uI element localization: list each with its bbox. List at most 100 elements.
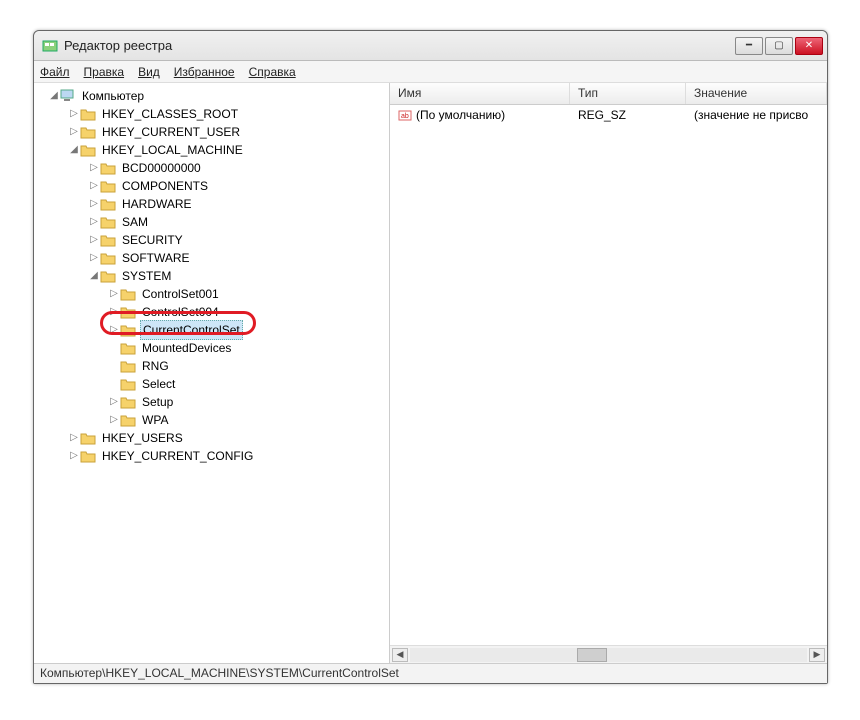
folder-open-icon xyxy=(100,269,116,283)
folder-icon xyxy=(100,197,116,211)
menu-file[interactable]: Файл xyxy=(40,65,70,79)
value-type: REG_SZ xyxy=(570,108,686,122)
minimize-button[interactable]: ━ xyxy=(735,37,763,55)
folder-icon xyxy=(100,215,116,229)
tree-node-controlset001[interactable]: ▷ ControlSet001 xyxy=(34,285,389,303)
tree-node-mounteddevices[interactable]: ▷MountedDevices xyxy=(34,339,389,357)
tree-label: Setup xyxy=(140,393,175,411)
menu-edit[interactable]: Правка xyxy=(84,65,125,79)
status-path: Компьютер\HKEY_LOCAL_MACHINE\SYSTEM\Curr… xyxy=(40,666,399,680)
tree-label: ControlSet001 xyxy=(140,285,221,303)
tree-pane[interactable]: ◢ Компьютер ▷ HKEY_CLASSES_ROOT ▷ xyxy=(34,83,390,663)
folder-icon xyxy=(120,395,136,409)
folder-icon xyxy=(120,287,136,301)
expand-icon[interactable]: ▷ xyxy=(68,447,80,465)
tree-label: HKEY_CURRENT_CONFIG xyxy=(100,447,255,465)
tree-node-rng[interactable]: ▷RNG xyxy=(34,357,389,375)
scroll-right-button[interactable]: ▶ xyxy=(809,648,825,662)
expand-icon: ▷ xyxy=(108,375,120,393)
expand-icon: ▷ xyxy=(108,339,120,357)
expand-icon[interactable]: ▷ xyxy=(108,303,120,321)
folder-icon xyxy=(120,341,136,355)
expand-icon[interactable]: ▷ xyxy=(108,321,120,339)
expand-icon[interactable]: ▷ xyxy=(68,429,80,447)
tree-label: HKEY_LOCAL_MACHINE xyxy=(100,141,245,159)
tree-label: Select xyxy=(140,375,177,393)
folder-icon xyxy=(80,449,96,463)
tree-label: CurrentControlSet xyxy=(140,320,243,340)
tree-label: WPA xyxy=(140,411,170,429)
tree-node-hkcr[interactable]: ▷ HKEY_CLASSES_ROOT xyxy=(34,105,389,123)
column-value[interactable]: Значение xyxy=(686,83,827,104)
tree-node-bcd[interactable]: ▷ BCD00000000 xyxy=(34,159,389,177)
window-buttons: ━ ▢ ✕ xyxy=(735,37,823,55)
scroll-thumb[interactable] xyxy=(577,648,607,662)
expand-icon[interactable]: ▷ xyxy=(88,195,100,213)
expand-icon[interactable]: ▷ xyxy=(88,213,100,231)
tree-label: HKEY_CLASSES_ROOT xyxy=(100,105,240,123)
tree-node-hardware[interactable]: ▷HARDWARE xyxy=(34,195,389,213)
tree-node-setup[interactable]: ▷ Setup xyxy=(34,393,389,411)
folder-icon xyxy=(120,413,136,427)
list-body[interactable]: ab (По умолчанию) REG_SZ (значение не пр… xyxy=(390,105,827,645)
folder-icon xyxy=(100,233,116,247)
horizontal-scrollbar[interactable]: ◀ ▶ xyxy=(390,645,827,663)
tree-node-system[interactable]: ◢ SYSTEM xyxy=(34,267,389,285)
string-value-icon: ab xyxy=(398,108,412,122)
collapse-icon[interactable]: ◢ xyxy=(68,141,80,159)
tree-label: ControlSet004 xyxy=(140,303,221,321)
expand-icon: ▷ xyxy=(108,357,120,375)
expand-icon[interactable]: ▷ xyxy=(88,231,100,249)
scroll-left-button[interactable]: ◀ xyxy=(392,648,408,662)
tree-node-software[interactable]: ▷ SOFTWARE xyxy=(34,249,389,267)
menu-help[interactable]: Справка xyxy=(249,65,296,79)
expand-icon[interactable]: ▷ xyxy=(68,105,80,123)
maximize-button[interactable]: ▢ xyxy=(765,37,793,55)
column-name[interactable]: Имя xyxy=(390,83,570,104)
expand-icon[interactable]: ▷ xyxy=(108,393,120,411)
value-name: (По умолчанию) xyxy=(416,108,505,122)
regedit-icon xyxy=(42,38,58,54)
tree-label: HKEY_USERS xyxy=(100,429,185,447)
values-pane: Имя Тип Значение ab (По умолчанию) REG_S… xyxy=(390,83,827,663)
folder-icon xyxy=(100,179,116,193)
tree-node-hkcc[interactable]: ▷ HKEY_CURRENT_CONFIG xyxy=(34,447,389,465)
tree-node-hklm[interactable]: ◢ HKEY_LOCAL_MACHINE xyxy=(34,141,389,159)
tree-node-sam[interactable]: ▷ SAM xyxy=(34,213,389,231)
menu-favorites[interactable]: Избранное xyxy=(174,65,235,79)
tree-node-hkcu[interactable]: ▷ HKEY_CURRENT_USER xyxy=(34,123,389,141)
tree-label: BCD00000000 xyxy=(120,159,203,177)
folder-icon xyxy=(120,323,136,337)
tree-node-components[interactable]: ▷COMPONENTS xyxy=(34,177,389,195)
tree-node-security[interactable]: ▷ SECURITY xyxy=(34,231,389,249)
expand-icon[interactable]: ▷ xyxy=(88,249,100,267)
tree-node-select[interactable]: ▷ Select xyxy=(34,375,389,393)
expand-icon[interactable]: ▷ xyxy=(88,159,100,177)
expand-icon[interactable]: ▷ xyxy=(108,411,120,429)
titlebar[interactable]: Редактор реестра ━ ▢ ✕ xyxy=(34,31,827,61)
list-row[interactable]: ab (По умолчанию) REG_SZ (значение не пр… xyxy=(390,105,827,125)
menu-view[interactable]: Вид xyxy=(138,65,160,79)
tree-label: SOFTWARE xyxy=(120,249,192,267)
folder-icon xyxy=(80,125,96,139)
folder-icon xyxy=(80,431,96,445)
folder-open-icon xyxy=(80,143,96,157)
collapse-icon[interactable]: ◢ xyxy=(48,87,60,105)
tree-label: SECURITY xyxy=(120,231,185,249)
tree-node-wpa[interactable]: ▷ WPA xyxy=(34,411,389,429)
tree-label: SAM xyxy=(120,213,150,231)
close-button[interactable]: ✕ xyxy=(795,37,823,55)
list-header: Имя Тип Значение xyxy=(390,83,827,105)
expand-icon[interactable]: ▷ xyxy=(108,285,120,303)
expand-icon[interactable]: ▷ xyxy=(68,123,80,141)
column-type[interactable]: Тип xyxy=(570,83,686,104)
tree-node-currentcontrolset[interactable]: ▷ CurrentControlSet xyxy=(34,321,389,339)
tree-node-hku[interactable]: ▷ HKEY_USERS xyxy=(34,429,389,447)
tree-node-computer[interactable]: ◢ Компьютер xyxy=(34,87,389,105)
scroll-track[interactable] xyxy=(410,648,807,662)
collapse-icon[interactable]: ◢ xyxy=(88,267,100,285)
tree-node-controlset004[interactable]: ▷ ControlSet004 xyxy=(34,303,389,321)
computer-icon xyxy=(60,89,76,103)
tree-label: SYSTEM xyxy=(120,267,173,285)
expand-icon[interactable]: ▷ xyxy=(88,177,100,195)
